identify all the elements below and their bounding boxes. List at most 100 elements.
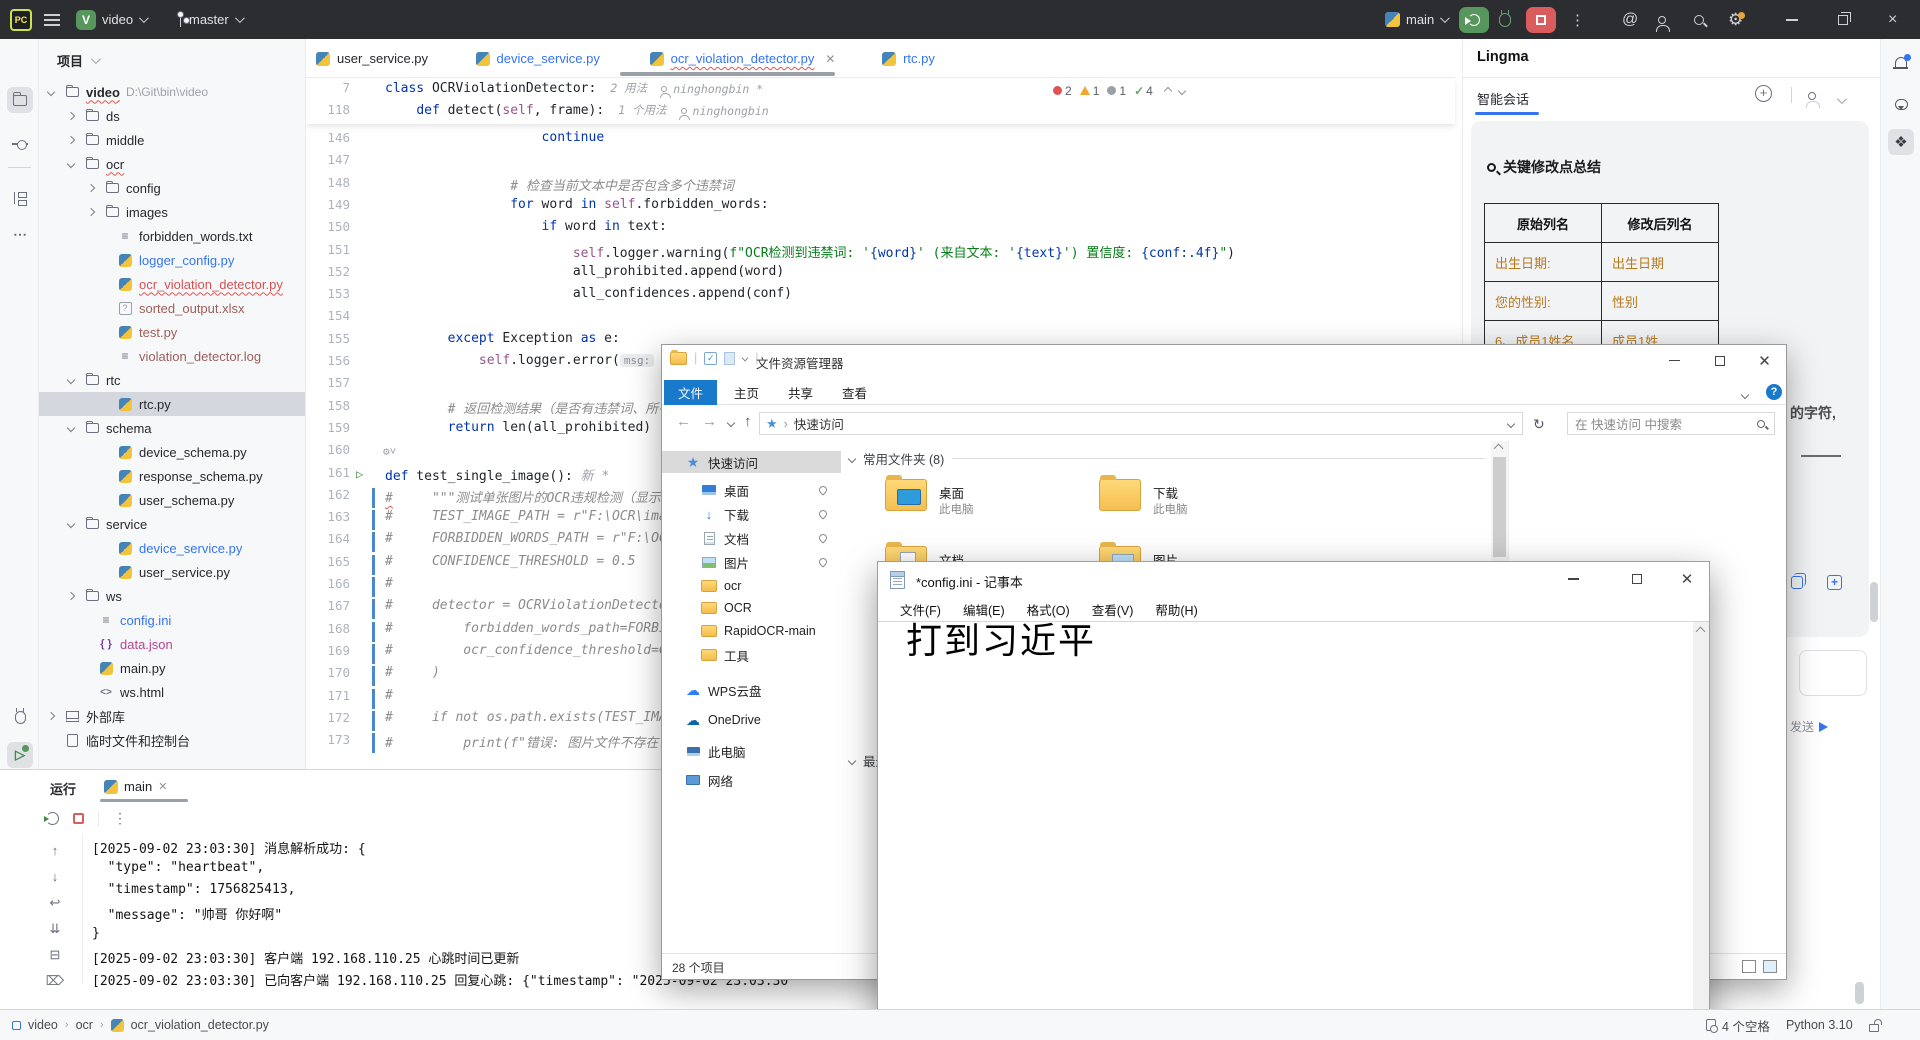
notepad-titlebar[interactable]: *config.ini - 记事本 ✕ [878,562,1709,598]
run-config-selector[interactable]: main [1385,0,1447,39]
scroll-up-icon[interactable] [1696,627,1706,637]
stop-icon[interactable] [73,813,84,824]
tree-item-config.ini[interactable]: ≡config.ini [39,608,306,632]
indent-status[interactable]: 4 个空格 [1706,1016,1770,1035]
notifications-button[interactable] [1888,49,1914,75]
tree-item-ds[interactable]: ds [39,104,306,128]
tree-item-test.py[interactable]: test.py [39,320,306,344]
tree-chevron-icon[interactable] [67,592,75,600]
explorer-minimize-button[interactable] [1652,345,1697,376]
account-dropdown[interactable] [1837,92,1844,107]
tree-item-sorted_output.xlsx[interactable]: ?sorted_output.xlsx [39,296,306,320]
sidebar-item-快速访问[interactable]: ★快速访问 [662,451,841,473]
console-gutter-icon-4[interactable]: ⊟ [50,946,61,963]
address-dropdown-icon[interactable] [1507,419,1515,427]
editor-tab-user_service.py[interactable]: user_service.py [316,39,428,78]
sidebar-item-文档[interactable]: 文档 [662,527,841,549]
tree-chevron-icon[interactable] [67,424,75,432]
explorer-close-button[interactable]: ✕ [1742,345,1787,376]
group-header-frequent[interactable]: 常用文件夹 (8) [849,449,1485,468]
lingma-input-card[interactable] [1799,650,1867,696]
sidebar-item-此电脑[interactable]: 此电脑 [662,740,841,762]
scrollbar[interactable] [1870,582,1878,622]
console-gutter-icon-1[interactable]: ↓ [52,868,59,885]
tree-item-response_schema.py[interactable]: response_schema.py [39,464,306,488]
rerun-button[interactable] [1459,0,1489,39]
console-gutter-icon-5[interactable]: ⌦ [46,972,64,989]
sidebar-item-网络[interactable]: 网络 [662,769,841,791]
notepad-maximize-button[interactable] [1614,562,1660,596]
notepad-minimize-button[interactable] [1550,562,1596,596]
account-button[interactable] [1808,88,1816,103]
settings-button[interactable]: ⚙ [1728,0,1743,39]
ribbon-tab-主页[interactable]: 主页 [720,380,773,405]
scroll-up-icon[interactable] [1494,444,1504,454]
stop-button[interactable] [1526,0,1556,39]
project-tool-icon[interactable] [7,87,33,113]
tree-item-middle[interactable]: middle [39,128,306,152]
lingma-tab-chat[interactable]: 智能会话 [1477,89,1529,108]
run-tool-icon[interactable]: ▷ [7,742,33,768]
window-close-button[interactable]: × [1888,0,1897,39]
ribbon-collapse-chevron[interactable] [1742,387,1748,401]
tree-chevron-icon[interactable] [67,160,75,168]
tree-item-外部库[interactable]: 外部库 [39,704,306,728]
structure-tool-icon[interactable] [7,185,33,211]
code-with-me-button[interactable] [1658,0,1666,39]
tree-chevron-icon[interactable] [47,88,55,96]
folder-tile-下载[interactable]: 下载此电脑 [1099,477,1309,535]
console-gutter-icon-0[interactable]: ↑ [52,842,59,859]
back-icon[interactable]: ← [676,413,691,430]
more-tools-icon[interactable]: ⋯ [7,221,33,247]
tree-item-schema[interactable]: schema [39,416,306,440]
sidebar-item-图片[interactable]: 图片 [662,551,841,573]
code-line-149[interactable]: 149 for word in self.forbidden_words: [306,197,1455,219]
tree-item-device_service.py[interactable]: device_service.py [39,536,306,560]
code-line-147[interactable]: 147 [306,152,1455,174]
thumbnail-view-icon[interactable] [1763,960,1777,973]
scrollbar-thumb[interactable] [1493,457,1506,557]
tree-chevron-icon[interactable] [47,712,55,720]
window-minimize-button[interactable] [1786,0,1798,39]
address-box[interactable]: ★ › 快速访问 [759,412,1523,435]
ribbon-tab-共享[interactable]: 共享 [774,380,827,405]
tree-item-ws[interactable]: ws [39,584,306,608]
close-icon[interactable]: ✕ [158,780,167,793]
new-chat-button[interactable]: + [1755,85,1772,102]
code-line-148[interactable]: 148 # 检查当前文本中是否包含多个违禁词 [306,175,1455,197]
sidebar-item-工具[interactable]: 工具 [662,644,841,666]
help-button[interactable]: ? [1766,384,1782,400]
tree-item-user_service.py[interactable]: user_service.py [39,560,306,584]
notepad-close-button[interactable]: ✕ [1664,562,1710,596]
tree-chevron-icon[interactable] [67,112,75,120]
tree-chevron-icon[interactable] [67,520,75,528]
project-selector[interactable]: V video [76,0,146,39]
send-icon[interactable] [1819,722,1828,732]
tree-item-data.json[interactable]: { }data.json [39,632,306,656]
copy-button[interactable] [1791,576,1807,592]
forward-icon[interactable]: → [702,413,717,430]
close-icon[interactable]: ✕ [825,52,835,66]
customize-qat-icon[interactable] [742,355,749,362]
recent-locations-icon[interactable] [727,419,735,427]
debug-tool-icon[interactable] [7,704,33,730]
tree-item-logger_config.py[interactable]: logger_config.py [39,248,306,272]
window-restore-button[interactable] [1838,0,1848,39]
explorer-maximize-button[interactable] [1697,345,1742,376]
lingma-stripe-button[interactable]: ❖ [1888,129,1914,155]
support-button[interactable] [1888,91,1914,117]
tree-item-rtc[interactable]: rtc [39,368,306,392]
insert-button[interactable]: + [1827,575,1843,591]
properties-icon[interactable]: ✓ [704,352,717,365]
ribbon-tab-文件[interactable]: 文件 [664,380,717,405]
refresh-icon[interactable]: ↻ [1533,416,1545,433]
explorer-search-input[interactable]: 在 快速访问 中搜索 [1567,412,1775,435]
notepad-text[interactable]: 打到习近平 [906,612,1096,664]
lock-icon[interactable] [1869,1024,1879,1032]
tree-item-ws.html[interactable]: <>ws.html [39,680,306,704]
ribbon-tab-查看[interactable]: 查看 [828,380,881,405]
kebab-icon[interactable]: ⋮ [113,810,127,827]
tree-chevron-icon[interactable] [67,376,75,384]
interpreter-status[interactable]: Python 3.10 [1786,1018,1853,1032]
tree-item-ocr_violation_detector.py[interactable]: ocr_violation_detector.py [39,272,306,296]
